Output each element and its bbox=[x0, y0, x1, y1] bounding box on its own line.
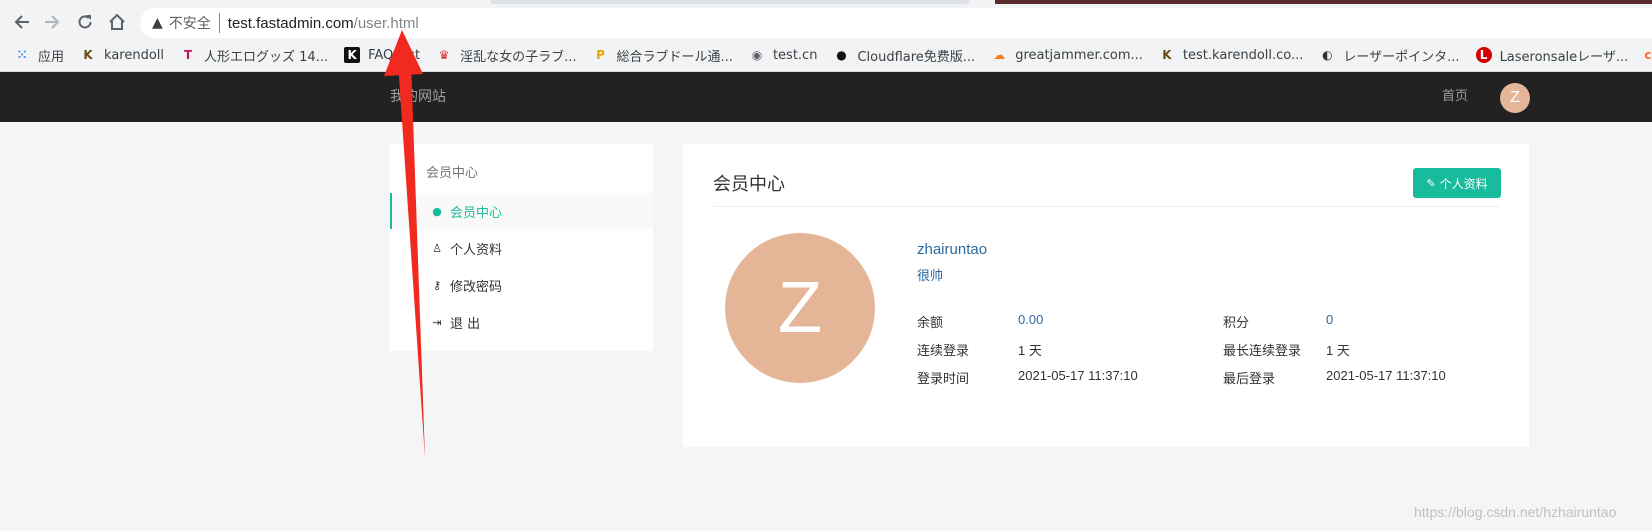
bookmark-label: レーザーポインタ... bbox=[1343, 49, 1460, 65]
profile-avatar[interactable]: Z bbox=[725, 233, 875, 383]
bookmark-label: karendoll bbox=[104, 47, 165, 63]
cpanel-icon: cP bbox=[1644, 48, 1652, 62]
bookmark-item[interactable]: ☁ greatjammer.com... bbox=[991, 47, 1143, 63]
member-panel: 会员中心 ✎ 个人资料 Z zhairuntao 很帅 余额 0.00 积分 0… bbox=[683, 144, 1529, 447]
bookmark-item[interactable]: Ktest.karendoll.co... bbox=[1159, 47, 1304, 63]
bookmark-label: FAQ List bbox=[368, 47, 421, 63]
l-circle-icon: L bbox=[1475, 47, 1492, 63]
bookmark-label: Laseronsaleレーザ... bbox=[1499, 49, 1629, 65]
sidebar-heading: 会员中心 bbox=[426, 166, 479, 181]
user-bio[interactable]: 很帅 bbox=[917, 265, 943, 284]
score-label: 积分 bbox=[1223, 316, 1250, 331]
cloud-icon: ☁ bbox=[993, 48, 1006, 62]
sidebar-item-label: 会员中心 bbox=[450, 205, 503, 221]
cup-icon: ♛ bbox=[438, 48, 450, 62]
k-box-icon: K bbox=[344, 47, 361, 63]
max-streak-value: 1 天 bbox=[1326, 343, 1350, 358]
home-icon[interactable] bbox=[105, 10, 129, 34]
active-tab-edge[interactable] bbox=[490, 0, 970, 4]
sidebar-item-profile[interactable]: ♙ 个人资料 bbox=[390, 230, 653, 266]
title-divider bbox=[713, 206, 1499, 207]
streak-label: 连续登录 bbox=[917, 344, 970, 359]
k-logo-icon: K bbox=[1162, 48, 1172, 62]
user-icon: ♙ bbox=[432, 241, 442, 255]
bookmark-item[interactable]: ◐ レーザーポインタ... bbox=[1319, 46, 1459, 65]
sidebar-item-label: 修改密码 bbox=[450, 279, 503, 295]
edit-profile-label: 个人资料 bbox=[1439, 176, 1488, 191]
url-path: /user.html bbox=[353, 14, 419, 32]
pencil-icon: ✎ bbox=[1426, 176, 1436, 190]
site-navbar: 我的网站 首页 Z bbox=[0, 72, 1652, 122]
score-value[interactable]: 0 bbox=[1326, 312, 1333, 327]
sidebar-item-logout[interactable]: ⇥ 退 出 bbox=[390, 304, 653, 340]
bookmark-label: greatjammer.com... bbox=[1015, 47, 1143, 63]
bookmark-label: 淫乱な女の子ラブ... bbox=[460, 49, 577, 65]
t-logo-icon: T bbox=[183, 48, 193, 62]
browser-toolbar: ▲ 不安全 test.fastadmin.com/user.html bbox=[0, 6, 1652, 38]
page-title: 会员中心 bbox=[713, 174, 785, 195]
reload-icon[interactable] bbox=[73, 10, 97, 34]
sidebar-item-label: 个人资料 bbox=[450, 242, 503, 258]
edit-profile-button[interactable]: ✎ 个人资料 bbox=[1413, 168, 1501, 198]
bookmark-item[interactable]: T 人形エログッズ 14... bbox=[180, 46, 328, 65]
bookmark-item[interactable]: K FAQ List bbox=[344, 47, 420, 63]
bookmark-item[interactable]: Kkarendoll bbox=[80, 47, 164, 63]
sidebar-item-change-password[interactable]: ⚷ 修改密码 bbox=[390, 267, 653, 303]
address-bar[interactable]: ▲ 不安全 test.fastadmin.com/user.html bbox=[140, 8, 1652, 38]
site-brand[interactable]: 我的网站 bbox=[390, 72, 446, 122]
bookmark-item[interactable]: P 総合ラブドール通... bbox=[593, 46, 733, 65]
bookmark-item[interactable]: L Laseronsaleレーザ... bbox=[1475, 46, 1629, 65]
watermark: https://blog.csdn.net/hzhairuntao bbox=[1414, 504, 1617, 520]
login-time-label: 登录时间 bbox=[917, 372, 970, 387]
nav-avatar[interactable]: Z bbox=[1500, 83, 1530, 113]
bookmark-item[interactable]: ♛ 淫乱な女の子ラブ... bbox=[436, 46, 577, 65]
last-login-value: 2021-05-17 11:37:10 bbox=[1326, 368, 1446, 383]
url-host: test.fastadmin.com bbox=[227, 14, 354, 32]
bookmark-item[interactable]: ● Cloudflare免费版... bbox=[833, 46, 975, 65]
security-label[interactable]: 不安全 bbox=[169, 13, 220, 33]
k-logo-icon: K bbox=[83, 48, 93, 62]
sidebar-item-label: 退 出 bbox=[450, 316, 481, 332]
balance-label: 余额 bbox=[917, 316, 944, 331]
warning-icon[interactable]: ▲ bbox=[152, 15, 163, 31]
forward-icon[interactable] bbox=[40, 10, 64, 34]
bookmarks-bar: ⁙ 应用 Kkarendoll T 人形エログッズ 14... K FAQ List ♛ 淫乱な… bbox=[0, 42, 1652, 68]
back-icon[interactable] bbox=[10, 10, 34, 34]
sign-out-icon: ⇥ bbox=[432, 315, 442, 329]
sidebar-item-member-center[interactable]: ● 会员中心 bbox=[390, 193, 653, 229]
max-streak-label: 最长连续登录 bbox=[1223, 344, 1302, 359]
eye-icon: ◐ bbox=[1322, 48, 1333, 62]
github-icon: ● bbox=[836, 48, 847, 62]
bookmark-label: test.karendoll.co... bbox=[1182, 47, 1304, 63]
bookmark-label: 应用 bbox=[38, 49, 65, 65]
bookmark-item[interactable]: ◉ test.cn bbox=[749, 47, 818, 63]
username-link[interactable]: zhairuntao bbox=[917, 241, 987, 258]
bookmark-item[interactable]: ⁙ 应用 bbox=[14, 46, 64, 65]
balance-value[interactable]: 0.00 bbox=[1018, 312, 1043, 327]
streak-value: 1 天 bbox=[1018, 343, 1042, 358]
bookmark-label: 人形エログッズ 14... bbox=[204, 49, 329, 65]
member-sidebar: 会员中心 ● 会员中心 ♙ 个人资料 ⚷ 修改密码 ⇥ 退 出 bbox=[390, 144, 653, 351]
other-tab-edge[interactable] bbox=[995, 0, 1652, 4]
last-login-label: 最后登录 bbox=[1223, 372, 1276, 387]
bookmark-label: test.cn bbox=[772, 47, 818, 63]
bookmark-item[interactable]: cPWHM [198-1-96-... bbox=[1644, 47, 1652, 63]
user-circle-icon: ● bbox=[432, 204, 442, 218]
apps-grid-icon: ⁙ bbox=[16, 48, 28, 62]
bookmark-label: 総合ラブドール通... bbox=[616, 49, 733, 65]
nav-home-link[interactable]: 首页 bbox=[1442, 72, 1468, 122]
browser-chrome: ▲ 不安全 test.fastadmin.com/user.html ⁙ 应用 Kk… bbox=[0, 0, 1652, 72]
globe-icon: ◉ bbox=[751, 48, 763, 62]
key-icon: ⚷ bbox=[432, 278, 442, 292]
bookmark-label: Cloudflare免费版... bbox=[857, 49, 976, 65]
login-time-value: 2021-05-17 11:37:10 bbox=[1018, 368, 1138, 383]
p-logo-icon: P bbox=[596, 48, 605, 62]
